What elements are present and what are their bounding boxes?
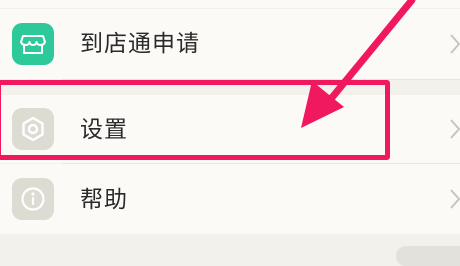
chevron-right-icon [450,32,460,56]
previous-row-remnant [0,0,460,8]
menu-item-store-application[interactable]: 到店通申请 [0,9,460,79]
chevron-right-icon [450,187,460,211]
menu-item-settings[interactable]: 设置 [0,95,460,163]
bottom-partial-button [396,246,460,266]
store-icon [12,23,54,65]
menu-item-label: 设置 [80,117,128,143]
settings-hexagon-icon [12,108,54,150]
menu-item-help[interactable]: 帮助 [0,164,460,234]
row-divider [62,79,460,80]
menu-item-label: 到店通申请 [80,31,200,57]
chevron-right-icon [450,117,460,141]
menu-item-label: 帮助 [80,187,128,213]
info-icon [12,178,54,220]
